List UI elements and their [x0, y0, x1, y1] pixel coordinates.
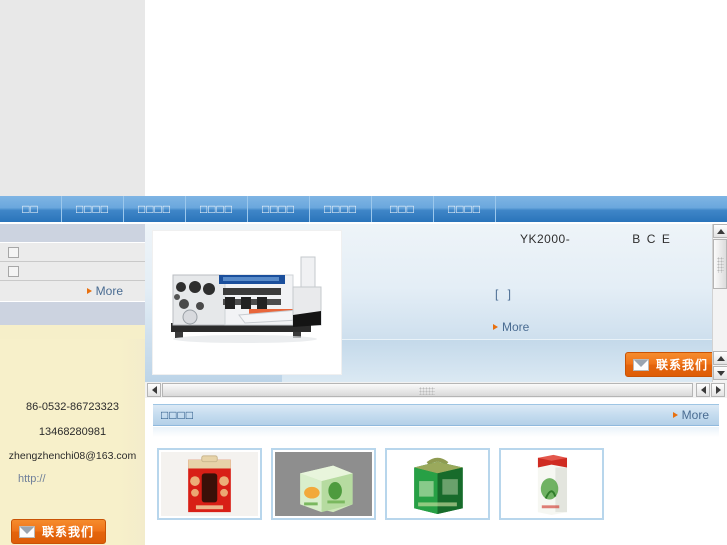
contact-button-label: 联系我们 [656, 358, 709, 372]
envelope-icon [19, 525, 35, 538]
scroll-down-button[interactable] [713, 366, 727, 380]
tall-white-carton-illustration [503, 452, 600, 516]
sidebar-more-link[interactable]: More [86, 284, 123, 298]
showcase-product-title: YK2000- B C E [520, 232, 670, 246]
banner-left-logo-block [0, 0, 145, 196]
vertical-scrollbar-thumb[interactable] [713, 239, 727, 289]
square-bullet-icon [8, 265, 19, 277]
triangle-left-icon [700, 386, 706, 394]
triangle-up-icon [716, 355, 725, 361]
scroll-up-button-secondary[interactable] [713, 351, 727, 365]
nav-label: □□□□ [262, 202, 295, 216]
nav-label: □□□ [390, 202, 415, 216]
nav-item-service[interactable]: □□□□ [310, 196, 372, 222]
sidebar-panel-header [0, 224, 145, 243]
showcase-contact-us-button[interactable]: 联系我们 [625, 352, 712, 377]
products-section: □□□□ More [145, 404, 727, 545]
arrow-right-icon [672, 412, 678, 418]
machine-illustration [153, 231, 341, 374]
contact-mobile: 13468280981 [38, 426, 107, 438]
product-thumbnail [389, 452, 486, 516]
envelope-icon [633, 358, 649, 371]
showcase-more-link[interactable]: More [493, 320, 529, 334]
product-thumbnail [275, 452, 372, 516]
sidebar-panel-header-secondary [0, 301, 145, 325]
nav-item-equipment[interactable]: □□□□ [248, 196, 310, 222]
product-card-tall-white-box[interactable] [499, 448, 604, 520]
nav-label: □□□□ [448, 202, 481, 216]
more-label: More [502, 320, 530, 334]
contact-website[interactable]: http:// [18, 474, 138, 485]
nav-label: □□□□ [324, 202, 357, 216]
product-card-green-box[interactable] [271, 448, 376, 520]
product-thumbnail [161, 452, 258, 516]
nav-item-news[interactable]: □□□□ [186, 196, 248, 222]
nav-item-home[interactable]: □□ [0, 196, 62, 222]
products-grid [157, 448, 604, 520]
red-gift-carton-illustration [161, 452, 258, 516]
contact-email: zhengzhenchi08@163.com [8, 450, 137, 462]
contact-button-label: 联系我们 [42, 525, 95, 539]
horizontal-scrollbar[interactable] [145, 382, 727, 398]
nav-label: □□□□ [76, 202, 109, 216]
scroll-right-button[interactable] [711, 383, 725, 397]
products-section-header: □□□□ More [153, 404, 719, 426]
site-banner [0, 0, 727, 196]
showcase-subtitle-bracket: [ ] [495, 287, 515, 301]
page-content: More 86-0532-86723323 13468280981 zhengz… [0, 224, 727, 545]
grip-dots-icon [717, 257, 724, 273]
showcase-machine-image[interactable] [152, 230, 342, 375]
main-column: YK2000- B C E [ ] More 联系我们 □□□□ More [145, 224, 727, 545]
product-showcase-panel: YK2000- B C E [ ] More 联系我们 [145, 224, 712, 382]
nav-item-about[interactable]: □□□□ [62, 196, 124, 222]
sidebar-more-row: More [0, 281, 145, 301]
arrow-right-icon [493, 324, 498, 330]
scroll-left-button-secondary[interactable] [696, 383, 710, 397]
list-item[interactable] [0, 262, 145, 281]
product-card-green-handle[interactable] [385, 448, 490, 520]
title-series-b: B [632, 232, 641, 246]
main-navigation: □□ □□□□ □□□□ □□□□ □□□□ □□□□ □□□ □□□□ [0, 196, 727, 222]
green-printed-carton-illustration [275, 452, 372, 516]
grip-dots-icon [419, 387, 435, 395]
triangle-up-icon [716, 228, 725, 234]
product-card-red-gift-box[interactable] [157, 448, 262, 520]
product-thumbnail [503, 452, 600, 516]
title-series-c: C [646, 232, 656, 246]
section-title: □□□□ [161, 408, 194, 422]
more-label: More [95, 284, 123, 298]
nav-item-contact[interactable]: □□□□ [434, 196, 496, 222]
products-more-link[interactable]: More [672, 408, 709, 422]
nav-filler [496, 196, 727, 222]
contact-phone: 86-0532-86723323 [26, 401, 119, 413]
arrow-right-icon [86, 288, 92, 294]
left-sidebar: More 86-0532-86723323 13468280981 zhengz… [0, 224, 145, 545]
title-series-e: E [661, 232, 671, 246]
vertical-scrollbar[interactable] [712, 224, 727, 382]
triangle-down-icon [716, 370, 725, 376]
nav-item-products[interactable]: □□□□ [124, 196, 186, 222]
nav-item-jobs[interactable]: □□□ [372, 196, 434, 222]
sidebar-contact-box: 86-0532-86723323 13468280981 zhengzhench… [0, 339, 145, 545]
scroll-left-button[interactable] [147, 383, 161, 397]
sidebar-contact-us-button[interactable]: 联系我们 [11, 519, 107, 544]
nav-label: □□□□ [138, 202, 171, 216]
products-header-gradient-strip [153, 427, 719, 437]
title-model: YK2000- [520, 232, 571, 246]
triangle-right-icon [715, 386, 721, 394]
triangle-left-icon [151, 386, 157, 394]
nav-label: □□ [22, 202, 39, 216]
list-item[interactable] [0, 243, 145, 262]
more-label: More [681, 408, 709, 422]
scroll-up-button[interactable] [713, 224, 727, 238]
nav-label: □□□□ [200, 202, 233, 216]
square-bullet-icon [8, 246, 19, 258]
green-handle-carton-illustration [389, 452, 486, 516]
horizontal-scrollbar-thumb[interactable] [162, 383, 693, 397]
